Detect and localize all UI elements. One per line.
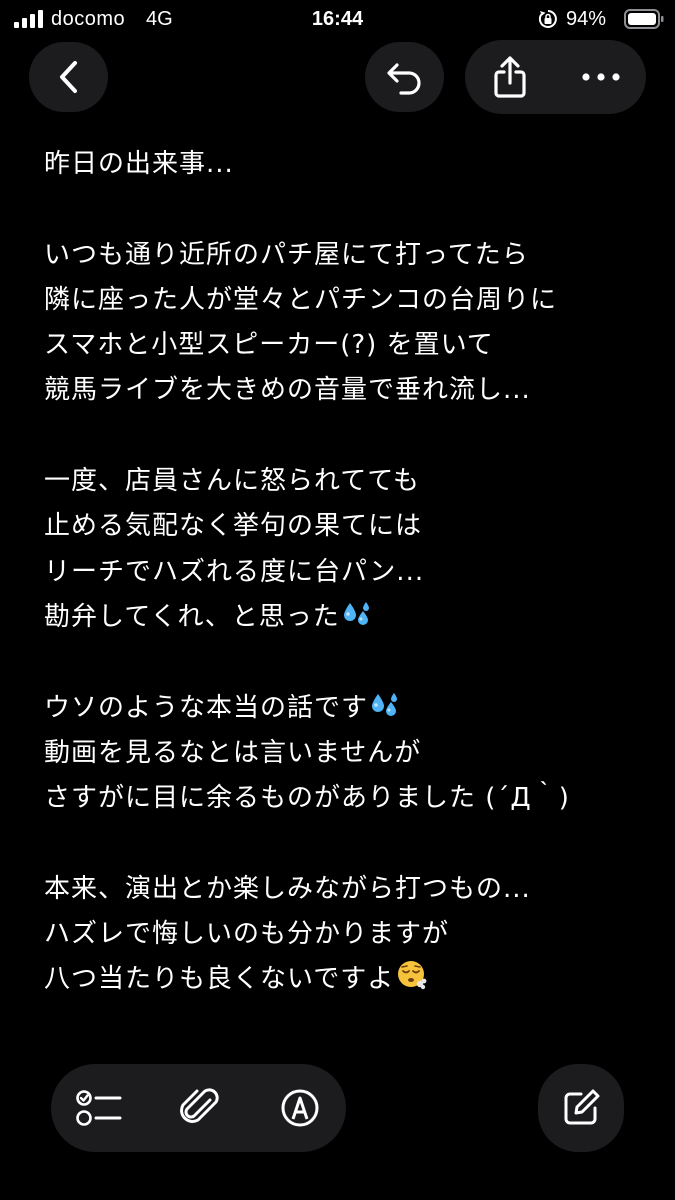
exhaling-face-icon: [398, 961, 427, 990]
checklist-icon: [76, 1090, 122, 1126]
note-line: さすがに目に余るものがありました (´Д｀): [44, 783, 570, 814]
attach-button[interactable]: [155, 1064, 245, 1152]
status-bar: docomo 4G 16:44 94%: [0, 0, 675, 40]
note-line: 動画を見るなとは言いませんが: [44, 737, 422, 768]
compose-icon: [564, 1089, 600, 1125]
note-actions-group: [465, 40, 646, 114]
sweat-droplets-icon: [372, 692, 398, 716]
note-line-with-emoji: 勘弁してくれ、と思った: [44, 595, 644, 640]
compose-button[interactable]: [538, 1064, 624, 1152]
note-line: 昨日の出来事...: [44, 149, 234, 179]
checklist-button[interactable]: [55, 1064, 145, 1152]
note-line: リーチでハズれる度に台パン...: [44, 556, 425, 587]
note-line-text: 勘弁してくれ、と思った: [44, 601, 340, 632]
bottom-toolbar: [51, 1064, 346, 1152]
sweat-droplets-icon: [343, 601, 369, 625]
note-line-text: 八つ当たりも良くないですよ: [44, 964, 395, 995]
undo-button[interactable]: [365, 42, 444, 112]
note-blank-line: [44, 414, 644, 459]
back-button[interactable]: [29, 42, 108, 112]
share-button[interactable]: [470, 40, 550, 114]
note-line: スマホと小型スピーカー(?) を置いて: [44, 330, 494, 361]
note-line: 一度、店員さんに怒られてても: [44, 466, 420, 497]
note-line: 隣に座った人が堂々とパチンコの台周りに: [44, 284, 558, 315]
rotation-lock-icon: [538, 10, 557, 28]
note-line-with-emoji: 八つ当たりも良くないですよ: [44, 957, 644, 1002]
note-line: ハズレで悔しいのも分かりますが: [44, 919, 450, 950]
chevron-left-icon: [59, 61, 77, 93]
note-line: いつも通り近所のパチ屋にて打ってたら: [44, 239, 529, 270]
note-line: 競馬ライブを大きめの音量で垂れ流し...: [44, 375, 531, 406]
markup-button[interactable]: [255, 1064, 345, 1152]
paperclip-icon: [180, 1088, 219, 1123]
more-button[interactable]: [561, 40, 641, 114]
note-line-text: ウソのような本当の話です: [44, 692, 369, 723]
battery-icon: [624, 9, 664, 29]
markup-pen-icon: [281, 1089, 319, 1127]
note-blank-line: [44, 821, 644, 866]
note-blank-line: [44, 187, 644, 232]
note-line: 止める気配なく挙句の果てには: [44, 511, 423, 542]
note-blank-line: [44, 640, 644, 685]
note-line: 本来、演出とか楽しみながら打つもの...: [44, 873, 531, 904]
undo-icon: [386, 63, 421, 95]
share-icon: [494, 56, 526, 98]
note-line-with-emoji: ウソのような本当の話です: [44, 686, 644, 731]
battery-percent: 94%: [566, 8, 607, 30]
note-body[interactable]: 昨日の出来事... いつも通り近所のパチ屋にて打ってたら 隣に座った人が堂々とパ…: [44, 142, 644, 1003]
ellipsis-icon: [582, 73, 620, 81]
